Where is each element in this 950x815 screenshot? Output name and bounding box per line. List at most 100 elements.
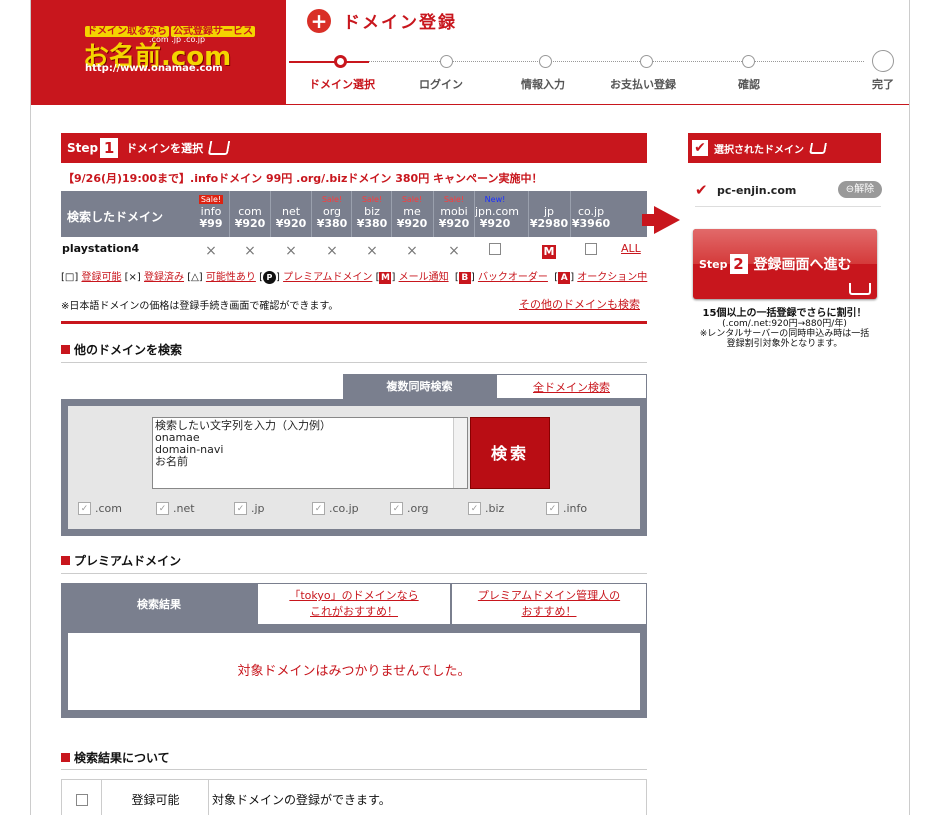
tld-column-jpn.com: New! jpn.com ¥920	[475, 194, 519, 230]
proceed-to-registration-button[interactable]: Step 2 登録画面へ進む	[693, 229, 877, 299]
tld-option[interactable]: ✓ .jp	[234, 502, 312, 515]
taken-mark: ×	[244, 243, 256, 259]
remove-domain-button[interactable]: ⊖解除	[838, 181, 882, 198]
step-label-4: お支払い登録	[610, 78, 676, 91]
progress-current-line	[289, 61, 369, 63]
step-label-1: ドメイン選択	[309, 78, 375, 91]
tld-badge: Sale!	[443, 195, 465, 204]
tab-manager-recommend[interactable]: プレミアムドメイン管理人の おすすめ！	[451, 583, 647, 625]
tld-label: .net	[173, 502, 195, 515]
legend-mail-link[interactable]: メール通知	[399, 272, 449, 283]
tld-option[interactable]: ✓ .com	[78, 502, 156, 515]
premium-results-header: 検索結果	[137, 598, 181, 611]
tab-all-domain-search[interactable]: 全ドメイン検索	[496, 374, 647, 399]
step-label-5: 確認	[738, 78, 760, 91]
taken-mark: ×	[285, 243, 297, 259]
searched-domain-label: 検索したドメイン	[67, 210, 164, 224]
bulk-discount-promo: 15個以上の一括登録でさらに割引！ (.com/.net:920円→880円/年…	[699, 308, 870, 350]
legend-premium-link[interactable]: プレミアムドメイン	[283, 272, 372, 283]
tld-option[interactable]: ✓ .biz	[468, 502, 546, 515]
tld-checkbox[interactable]: ✓	[390, 502, 403, 515]
status-legend: [□] 登録可能 [×] 登録済み [△] 可能性あり [P] プレミアムドメイ…	[61, 271, 648, 284]
column-separator	[528, 191, 529, 237]
taken-mark: ×	[205, 243, 217, 259]
tld-price: ¥920	[479, 217, 511, 230]
domain-checkbox[interactable]	[571, 243, 611, 259]
premium-table: 検索結果 「tokyo」のドメインなら これがおすすめ！ プレミアムドメイン管理人…	[61, 583, 647, 718]
column-separator	[270, 191, 271, 237]
header: ドメイン取るなら 公式登録サービス .com .jp .co.jp お名前.com…	[31, 0, 909, 105]
tld-badge: Sale!	[361, 195, 383, 204]
column-separator	[229, 191, 230, 237]
tld-label: .com	[95, 502, 122, 515]
column-separator	[311, 191, 312, 237]
tld-checkbox[interactable]: ✓	[546, 502, 559, 515]
legend-maybe-link[interactable]: 可能性あり	[206, 272, 256, 283]
search-tabs: 複数同時検索 全ドメイン検索	[343, 374, 647, 399]
tld-badge: New!	[484, 195, 506, 204]
tld-option[interactable]: ✓ .co.jp	[312, 502, 390, 515]
column-separator	[570, 191, 571, 237]
tld-checkbox[interactable]: ✓	[234, 502, 247, 515]
legend-available-link[interactable]: 登録可能	[81, 272, 121, 283]
select-all-link[interactable]: ALL	[621, 242, 641, 255]
tld-checkbox[interactable]: ✓	[156, 502, 169, 515]
tld-checkbox[interactable]: ✓	[468, 502, 481, 515]
logo-url: http://www.onamae.com	[85, 63, 223, 74]
column-separator	[433, 191, 434, 237]
campaign-banner: 【9/26(月)19:00まで】.infoドメイン 99円 .org/.bizド…	[63, 172, 543, 185]
legend-taken-link[interactable]: 登録済み	[144, 272, 184, 283]
about-row-desc: 対象ドメインの登録ができます。	[212, 793, 391, 807]
legend-auction-link[interactable]: オークション中	[577, 272, 647, 283]
backorder-icon: B	[458, 272, 471, 284]
tld-column-me: Sale! me ¥920	[392, 194, 432, 230]
tld-column-org: Sale! org ¥380	[312, 194, 352, 230]
selected-domain-item: ✔ pc-enjin.com ⊖解除	[695, 181, 882, 207]
tab-multi-search[interactable]: 複数同時検索	[343, 374, 496, 399]
tld-column-info: Sale! info ¥99	[191, 194, 231, 230]
progress-steps: ドメイン選択 ログイン 情報入力 お支払い登録 確認 完了	[289, 50, 909, 100]
tld-checkbox[interactable]: ✓	[78, 502, 91, 515]
column-separator	[391, 191, 392, 237]
tld-checkbox[interactable]: ✓	[312, 502, 325, 515]
tld-column-mobi: Sale! mobi ¥920	[434, 194, 474, 230]
domain-checkbox[interactable]	[475, 243, 515, 259]
tld-option[interactable]: ✓ .net	[156, 502, 234, 515]
legend-backorder-link[interactable]: バックオーダー	[478, 272, 548, 283]
tld-label: .biz	[485, 502, 505, 515]
tld-column-jp: jp ¥2980	[529, 194, 569, 230]
step2-badge: Step 2	[699, 254, 748, 274]
tld-price: ¥380	[316, 217, 348, 230]
tld-option[interactable]: ✓ .info	[546, 502, 624, 515]
onamae-logo[interactable]: ドメイン取るなら 公式登録サービス .com .jp .co.jp お名前.com…	[31, 0, 286, 105]
search-button[interactable]: 検索	[470, 417, 550, 489]
step-dot-4	[640, 55, 653, 68]
search-textarea[interactable]: 検索したい文字列を入力（入力例） onamae domain-navi お名前	[152, 417, 468, 489]
other-search-title: 他のドメインを検索	[61, 341, 182, 358]
auction-icon: A	[558, 272, 571, 284]
page-title-text: ドメイン登録	[343, 13, 457, 33]
checkmark-icon: ✔	[692, 140, 708, 156]
step-dot-1	[334, 55, 347, 68]
textarea-scrollbar[interactable]	[453, 418, 467, 488]
available-checkbox-icon	[76, 794, 88, 806]
premium-title: プレミアムドメイン	[61, 552, 181, 569]
tld-column-com: com ¥920	[230, 194, 270, 230]
tld-column-co.jp: co.jp ¥3960	[571, 194, 611, 230]
column-separator	[351, 191, 352, 237]
table-row: playstation4 × × × × × × × M ALL	[61, 241, 647, 261]
divider	[61, 573, 647, 574]
tab-tokyo-recommend[interactable]: 「tokyo」のドメインなら これがおすすめ！	[257, 583, 451, 625]
tld-price: ¥920	[275, 217, 307, 230]
step-label-3: 情報入力	[521, 78, 565, 91]
other-domain-search-link[interactable]: その他のドメインも検索	[519, 296, 640, 312]
step1-header: Step 1 ドメインを選択	[61, 133, 647, 163]
column-separator	[474, 191, 475, 237]
tld-option[interactable]: ✓ .org	[390, 502, 468, 515]
about-table: 登録可能 対象ドメインの登録ができます。	[61, 779, 647, 815]
tld-column-net: net ¥920	[271, 194, 311, 230]
tld-price: ¥380	[356, 217, 388, 230]
mail-notify-button[interactable]: M	[529, 243, 569, 259]
tld-price: ¥920	[438, 217, 470, 230]
search-panel: 検索したい文字列を入力（入力例） onamae domain-navi お名前 …	[61, 399, 647, 536]
